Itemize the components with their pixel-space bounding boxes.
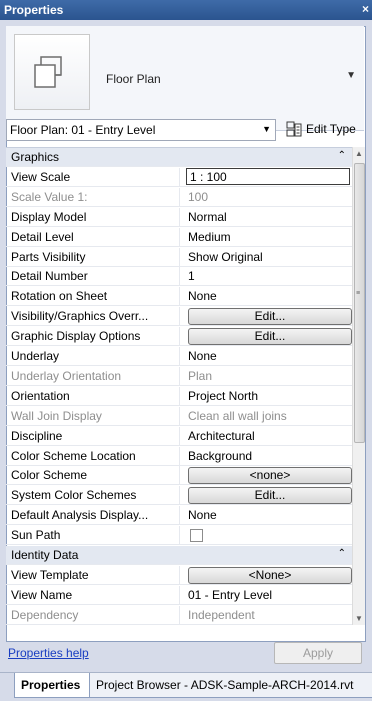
scroll-up-icon[interactable]: ▲ <box>355 149 363 158</box>
property-row[interactable]: Discipline Architectural <box>6 426 352 446</box>
property-value: Clean all wall joins <box>188 408 287 423</box>
property-value[interactable]: 1 <box>184 267 350 285</box>
tab-project-browser[interactable]: Project Browser - ADSK-Sample-ARCH-2014.… <box>89 673 372 698</box>
edit-type-label: Edit Type <box>306 122 356 136</box>
floor-plan-thumbnail <box>14 34 90 110</box>
property-row[interactable]: Color Scheme Location Background <box>6 446 352 466</box>
apply-button[interactable]: Apply <box>274 642 362 664</box>
group-label: Graphics <box>11 150 60 164</box>
view-scale-input[interactable]: 1 : 100 <box>186 167 350 185</box>
property-row[interactable]: Orientation Project North <box>6 386 352 406</box>
floor-plan-icon <box>34 56 62 88</box>
property-row[interactable]: Underlay None <box>6 347 352 366</box>
property-name: View Name <box>6 585 180 604</box>
property-row[interactable]: Detail Level Medium <box>6 227 352 247</box>
scroll-down-icon[interactable]: ▼ <box>355 614 363 623</box>
property-value[interactable]: 01 - Entry Level <box>184 586 350 604</box>
property-row[interactable]: Parts Visibility Show Original <box>6 247 352 267</box>
property-row[interactable]: Graphic Display Options Edit... <box>6 327 352 347</box>
property-name: View Template <box>6 565 180 584</box>
type-selector[interactable]: Floor Plan ▼ <box>6 26 364 131</box>
property-name: Underlay <box>6 347 180 365</box>
property-value[interactable]: Show Original <box>184 248 350 266</box>
property-name: Color Scheme Location <box>6 446 180 465</box>
property-name: Default Analysis Display... <box>6 506 180 525</box>
property-name: Parts Visibility <box>6 247 180 266</box>
close-icon[interactable]: × <box>362 2 369 16</box>
window-title: Properties <box>4 3 64 17</box>
property-grid: Graphics ⌃ View Scale 1 : 100 Scale Value 1:… <box>6 147 352 626</box>
property-edit-button[interactable]: <none> <box>188 467 352 485</box>
property-value[interactable]: None <box>184 287 350 305</box>
property-name: Orientation <box>6 386 180 405</box>
property-name: Graphic Display Options <box>6 327 180 346</box>
edit-type-button[interactable]: Edit Type <box>284 118 366 140</box>
property-edit-button[interactable]: <None> <box>188 566 352 584</box>
property-value[interactable]: Background <box>184 447 350 465</box>
property-row[interactable]: Rotation on Sheet None <box>6 287 352 307</box>
property-value[interactable]: Medium <box>184 228 350 246</box>
instance-filter-row: Floor Plan: 01 - Entry Level ▼ Edit Type <box>6 118 366 142</box>
grip-icon: ≡ <box>356 290 361 297</box>
chevron-down-icon: ▼ <box>262 124 271 134</box>
grid-scrollbar[interactable]: ▲ ≡ ▼ <box>352 147 365 625</box>
property-name: Wall Join Display <box>6 406 180 425</box>
property-name: Sun Path <box>6 526 180 545</box>
property-row[interactable]: Default Analysis Display... None <box>6 506 352 526</box>
scroll-thumb[interactable] <box>354 163 365 443</box>
property-row[interactable]: Dependency Independent <box>6 605 352 625</box>
property-value[interactable]: Normal <box>184 208 350 226</box>
property-name: Rotation on Sheet <box>6 287 180 306</box>
property-name: Discipline <box>6 426 180 445</box>
property-row[interactable]: Color Scheme <none> <box>6 466 352 486</box>
property-name: Display Model <box>6 207 180 226</box>
property-edit-button[interactable]: Edit... <box>188 308 352 326</box>
property-row[interactable]: Visibility/Graphics Overr... Edit... <box>6 307 352 327</box>
property-name: Detail Level <box>6 227 180 246</box>
instance-selector[interactable]: Floor Plan: 01 - Entry Level ▼ <box>6 119 276 141</box>
property-row[interactable]: System Color Schemes Edit... <box>6 486 352 506</box>
property-group-header[interactable]: Graphics ⌃ <box>6 148 352 167</box>
property-value[interactable]: None <box>184 347 350 365</box>
property-row[interactable]: Scale Value 1: 100 <box>6 187 352 207</box>
property-value[interactable]: Project North <box>184 387 350 405</box>
property-row[interactable]: View Template <None> <box>6 565 352 585</box>
property-row[interactable]: Detail Number 1 <box>6 267 352 287</box>
property-name: Detail Number <box>6 267 180 286</box>
property-value[interactable]: None <box>184 506 350 524</box>
property-row[interactable]: Underlay Orientation Plan <box>6 366 352 386</box>
collapse-icon[interactable]: ⌃ <box>338 150 346 161</box>
property-value[interactable]: Architectural <box>184 427 350 445</box>
property-value: 100 <box>188 189 209 204</box>
property-name: View Scale <box>6 167 180 186</box>
properties-title-bar: Properties × <box>0 0 372 20</box>
property-name: Dependency <box>6 605 180 624</box>
property-name: Color Scheme <box>6 466 180 485</box>
edit-type-icon <box>286 121 302 137</box>
instance-selector-value: Floor Plan: 01 - Entry Level <box>10 123 156 137</box>
group-label: Identity Data <box>11 548 79 562</box>
type-name: Floor Plan <box>106 72 161 86</box>
collapse-icon[interactable]: ⌃ <box>338 548 346 559</box>
properties-help-link[interactable]: Properties help <box>8 646 89 660</box>
property-value: Independent <box>188 607 255 622</box>
property-row[interactable]: Sun Path <box>6 526 352 546</box>
panel-tabs: Properties Project Browser - ADSK-Sample… <box>0 672 372 701</box>
panel-footer: Properties help Apply <box>6 640 366 666</box>
property-row[interactable]: Wall Join Display Clean all wall joins <box>6 406 352 426</box>
property-name: System Color Schemes <box>6 486 180 505</box>
property-row[interactable]: Display Model Normal <box>6 207 352 227</box>
property-row[interactable]: View Scale 1 : 100 <box>6 167 352 187</box>
sun-path-checkbox[interactable] <box>190 529 203 543</box>
property-edit-button[interactable]: Edit... <box>188 487 352 505</box>
property-value: Plan <box>188 368 213 383</box>
property-name: Visibility/Graphics Overr... <box>6 307 180 326</box>
chevron-down-icon[interactable]: ▼ <box>346 70 356 81</box>
property-name: Underlay Orientation <box>6 366 180 385</box>
property-group-header[interactable]: Identity Data ⌃ <box>6 546 352 565</box>
property-edit-button[interactable]: Edit... <box>188 328 352 346</box>
property-row[interactable]: View Name 01 - Entry Level <box>6 585 352 605</box>
property-name: Scale Value 1: <box>6 187 180 206</box>
